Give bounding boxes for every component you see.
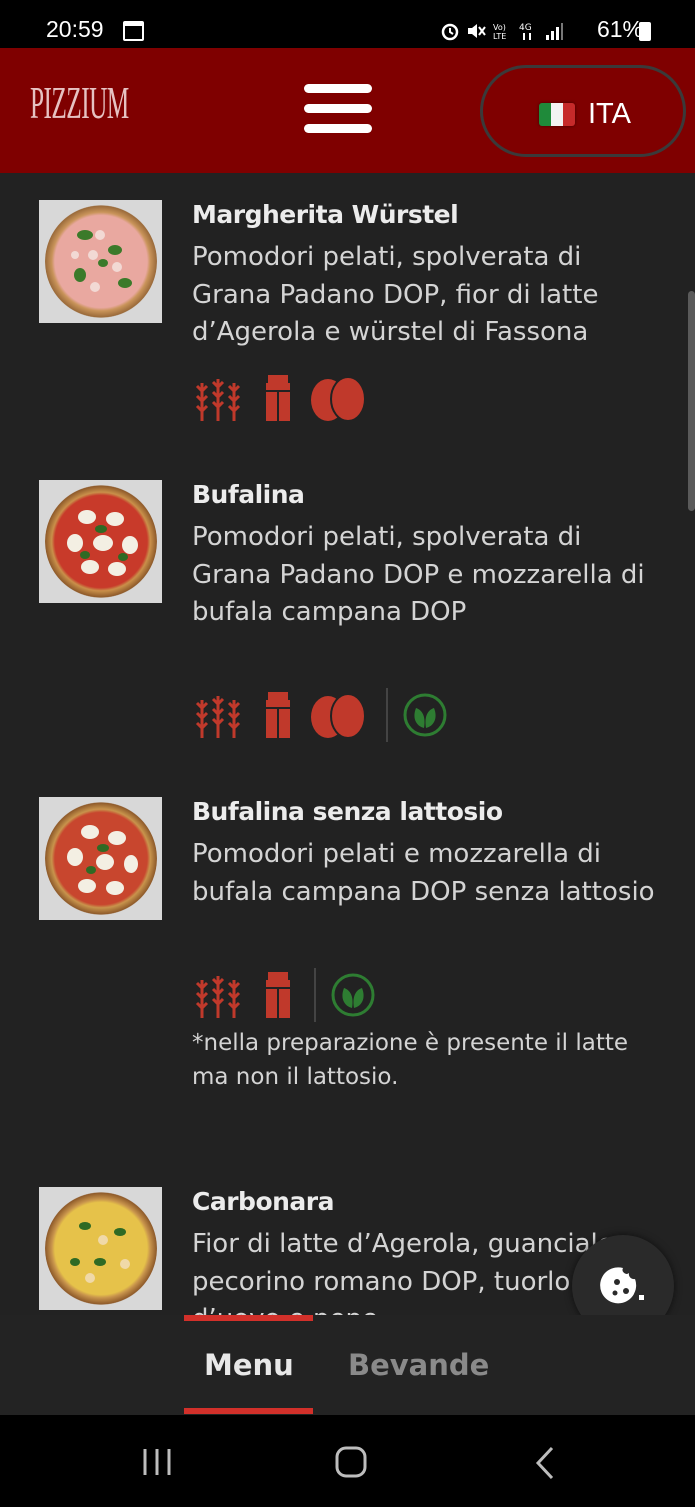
back-icon[interactable] (534, 1445, 558, 1481)
logo[interactable]: PIZZIUM (30, 76, 129, 138)
tab-menu[interactable]: Menu (204, 1348, 294, 1382)
tab-indicator-active (184, 1408, 313, 1414)
pizza-image (39, 480, 162, 603)
battery-level: 61% (596, 16, 643, 42)
volte-icon: Vo)LTE (493, 23, 506, 41)
vegetarian-leaf-icon (331, 973, 375, 1017)
status-icons: Vo) LTE 4G (440, 18, 564, 44)
recent-apps-icon[interactable] (140, 1447, 174, 1477)
menu-list[interactable]: Margherita Würstel Pomodori pelati, spol… (0, 173, 695, 1315)
allergen-icons (194, 370, 368, 426)
wheat-icon (195, 696, 241, 738)
wheat-icon (195, 976, 241, 1018)
bottom-tab-bar: Menu Bevande (0, 1315, 695, 1415)
allergen-icons (194, 967, 376, 1023)
svg-text:LTE: LTE (493, 32, 506, 41)
home-icon[interactable] (334, 1445, 368, 1479)
pizza-image (39, 200, 162, 323)
item-description: Pomodori pelati e mozzarella di bufala c… (192, 839, 655, 907)
divider (314, 968, 316, 1022)
item-title: Bufalina (192, 480, 305, 509)
svg-text:Vo): Vo) (493, 23, 506, 32)
battery-icon (639, 22, 651, 41)
egg-icon (311, 693, 366, 739)
scrollbar[interactable] (688, 291, 695, 511)
italy-flag-icon (539, 103, 575, 126)
egg-icon (311, 376, 366, 422)
item-title: Bufalina senza lattosio (192, 797, 503, 826)
item-title: Carbonara (192, 1187, 334, 1216)
allergen-icons (194, 687, 448, 743)
milk-icon (266, 375, 290, 421)
milk-icon (266, 692, 290, 738)
vegetarian-leaf-icon (403, 693, 447, 737)
network-4g-icon: 4G (519, 23, 532, 40)
item-note: *nella preparazione è presente il latte … (192, 1030, 629, 1090)
tab-bevande[interactable]: Bevande (348, 1348, 489, 1382)
mute-icon (468, 24, 486, 38)
status-bar: 20:59 Vo) LTE 4G 61% (0, 0, 695, 48)
item-title: Margherita Würstel (192, 200, 459, 229)
language-selector-button[interactable]: ITA (480, 65, 686, 157)
item-description: Pomodori pelati, spolverata di Grana Pad… (192, 522, 645, 627)
pizza-image (39, 797, 162, 920)
pizza-image (39, 1187, 162, 1310)
wheat-icon (195, 379, 241, 421)
system-navigation-bar (0, 1415, 695, 1507)
app-header: PIZZIUM ITA (0, 48, 695, 173)
status-time: 20:59 (46, 16, 104, 42)
signal-icon (546, 23, 563, 40)
divider (386, 688, 388, 742)
language-label: ITA (588, 98, 631, 130)
tab-indicator-top (184, 1315, 313, 1321)
item-description: Pomodori pelati, spolverata di Grana Pad… (192, 242, 599, 347)
hamburger-menu-icon[interactable] (304, 84, 372, 134)
milk-icon (266, 972, 290, 1018)
calendar-icon (123, 21, 144, 41)
alarm-icon (441, 23, 459, 41)
svg-text:4G: 4G (519, 23, 532, 33)
